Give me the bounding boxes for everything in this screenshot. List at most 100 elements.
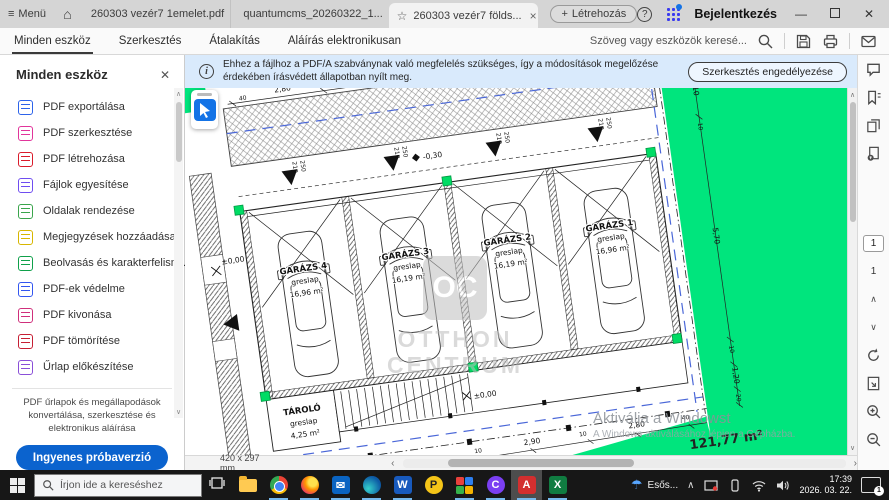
comments-icon[interactable]: [858, 55, 889, 83]
tool-export-pdf[interactable]: PDF exportálása: [0, 94, 184, 120]
tab-document-active[interactable]: ☆ 260303 vezér7 földs... ×: [389, 3, 539, 28]
help-icon[interactable]: ?: [637, 7, 652, 22]
banner-text: Ehhez a fájlhoz a PDF/A szabványnak való…: [223, 59, 679, 84]
taskbar-search-input[interactable]: Írjon ide a kereséshez: [34, 474, 202, 497]
next-page-icon[interactable]: ∨: [858, 313, 889, 341]
taskbar-app-word[interactable]: W: [387, 470, 418, 500]
task-view-button[interactable]: [202, 476, 232, 495]
redact-pdf-icon: [18, 308, 33, 323]
taskbar-app-explorer[interactable]: [232, 470, 263, 500]
sign-in-button[interactable]: Bejelentkezés: [694, 7, 777, 21]
info-icon: i: [199, 64, 214, 79]
taskbar-app-dsm[interactable]: [449, 470, 480, 500]
scroll-left-icon[interactable]: ‹: [391, 458, 394, 469]
taskbar-app-chrome[interactable]: [263, 470, 294, 500]
notification-dot: [676, 4, 682, 10]
start-button[interactable]: [0, 470, 34, 500]
hamburger-icon: ≡: [8, 8, 14, 20]
menu-esign[interactable]: Aláírás elektronikusan: [274, 28, 415, 54]
windows-taskbar: Írjon ide a kereséshez ✉ W P C A X ☂ Eső…: [0, 470, 889, 500]
close-tab-icon[interactable]: ×: [528, 9, 537, 23]
select-tool-button[interactable]: [194, 99, 216, 121]
scroll-down-icon[interactable]: ∨: [848, 444, 857, 452]
menu-convert[interactable]: Átalakítás: [195, 28, 274, 54]
svg-text:10: 10: [696, 122, 704, 131]
minimize-button[interactable]: —: [791, 7, 811, 21]
tab-document-1[interactable]: 260303 vezér7 1emelet.pdf: [79, 0, 230, 28]
tool-prepare-form[interactable]: Űrlap előkészítése: [0, 354, 184, 380]
close-window-button[interactable]: ✕: [859, 7, 879, 21]
save-icon[interactable]: [795, 33, 812, 50]
scroll-down-icon[interactable]: ∨: [174, 408, 183, 416]
tool-combine-files[interactable]: Fájlok egyesítése: [0, 172, 184, 198]
rotate-page-icon[interactable]: [858, 341, 889, 369]
plus-icon: +: [561, 8, 567, 20]
svg-text:10: 10: [727, 345, 735, 354]
pdfa-banner: i Ehhez a fájlhoz a PDF/A szabványnak va…: [185, 55, 857, 88]
promo-text: PDF űrlapok és megállapodások konvertálá…: [0, 389, 184, 441]
create-button[interactable]: + Létrehozás: [550, 5, 637, 23]
tool-scan-ocr[interactable]: Beolvasás és karakterfelism...: [0, 250, 184, 276]
email-icon[interactable]: [860, 33, 877, 50]
page-thumbnails-icon[interactable]: [858, 111, 889, 139]
weather-widget[interactable]: ☂ Esős...: [631, 477, 678, 493]
menu-all-tools[interactable]: Minden eszköz: [0, 28, 105, 54]
document-viewport[interactable]: 2,80 40 210 250 210 250 210 250 210 250: [185, 88, 847, 455]
tab-document-2[interactable]: quantumcms_20260322_1...: [230, 0, 388, 28]
menu-button[interactable]: ≡ Menü: [0, 8, 56, 20]
tool-create-pdf[interactable]: PDF létrehozása: [0, 146, 184, 172]
tool-compress-pdf[interactable]: PDF tömörítése: [0, 328, 184, 354]
tool-edit-pdf[interactable]: PDF szerkesztése: [0, 120, 184, 146]
maximize-button[interactable]: [825, 7, 845, 21]
cursor-icon: [198, 102, 212, 118]
apps-grid-icon[interactable]: [666, 7, 680, 21]
home-icon[interactable]: ⌂: [56, 6, 79, 22]
clock-widget[interactable]: 17:39 2026. 03. 22.: [799, 474, 852, 496]
print-icon[interactable]: [822, 33, 839, 50]
phone-link-icon[interactable]: [727, 478, 742, 492]
previous-page-icon[interactable]: ∧: [858, 285, 889, 313]
tool-organize-pages[interactable]: Oldalak rendezése: [0, 198, 184, 224]
taskbar-app-excel[interactable]: X: [542, 470, 573, 500]
scroll-up-icon[interactable]: ∧: [174, 90, 183, 98]
snip-icon[interactable]: [703, 478, 718, 492]
bookmarks-icon[interactable]: [858, 83, 889, 111]
tool-redact-pdf[interactable]: PDF kivonása: [0, 302, 184, 328]
taskbar-app-photos[interactable]: P: [418, 470, 449, 500]
fit-page-icon[interactable]: [858, 369, 889, 397]
sidebar-title: Minden eszköz: [16, 67, 108, 82]
notification-center-icon[interactable]: 1: [861, 477, 881, 493]
zoom-in-icon[interactable]: [858, 397, 889, 425]
free-trial-button[interactable]: Ingyenes próbaverzió: [16, 445, 168, 470]
sidebar-scrollbar[interactable]: ∧ ∨: [174, 88, 183, 418]
horizontal-scrollbar[interactable]: [403, 459, 846, 468]
tool-add-comments[interactable]: Megjegyzések hozzáadása: [0, 224, 184, 250]
word-icon: W: [394, 476, 412, 494]
tray-expand-icon[interactable]: ∧: [687, 480, 694, 491]
enable-editing-button[interactable]: Szerkesztés engedélyezése: [688, 62, 847, 82]
tool-protect-pdf[interactable]: PDF-ek védelme: [0, 276, 184, 302]
zoom-out-icon[interactable]: [858, 425, 889, 453]
taskbar-app-acrobat[interactable]: A: [511, 470, 542, 500]
taskbar-app-firefox[interactable]: [294, 470, 325, 500]
edit-pdf-icon: [18, 126, 33, 141]
taskbar-app-edge[interactable]: [356, 470, 387, 500]
firefox-icon: [301, 476, 319, 494]
search-label[interactable]: Szöveg vagy eszközök keresé...: [590, 35, 747, 47]
drag-handle[interactable]: [197, 93, 212, 96]
taskbar-app-capcut[interactable]: C: [480, 470, 511, 500]
floating-toolbar[interactable]: [191, 90, 218, 129]
status-bar: 420 x 297 mm ‹ ›: [185, 455, 857, 470]
scroll-up-icon[interactable]: ∧: [848, 91, 857, 99]
page-number-input[interactable]: 1: [863, 235, 884, 252]
volume-icon[interactable]: [775, 478, 790, 492]
acrobat-icon: A: [518, 476, 536, 494]
wifi-icon[interactable]: [751, 478, 766, 492]
close-sidebar-icon[interactable]: ✕: [160, 68, 170, 82]
search-icon[interactable]: [757, 33, 774, 50]
menu-edit[interactable]: Szerkesztés: [105, 28, 196, 54]
print-production-icon[interactable]: [858, 139, 889, 167]
document-scrollbar[interactable]: ∧ ∨: [847, 88, 857, 455]
star-icon[interactable]: ☆: [397, 9, 408, 23]
taskbar-app-mail[interactable]: ✉: [325, 470, 356, 500]
